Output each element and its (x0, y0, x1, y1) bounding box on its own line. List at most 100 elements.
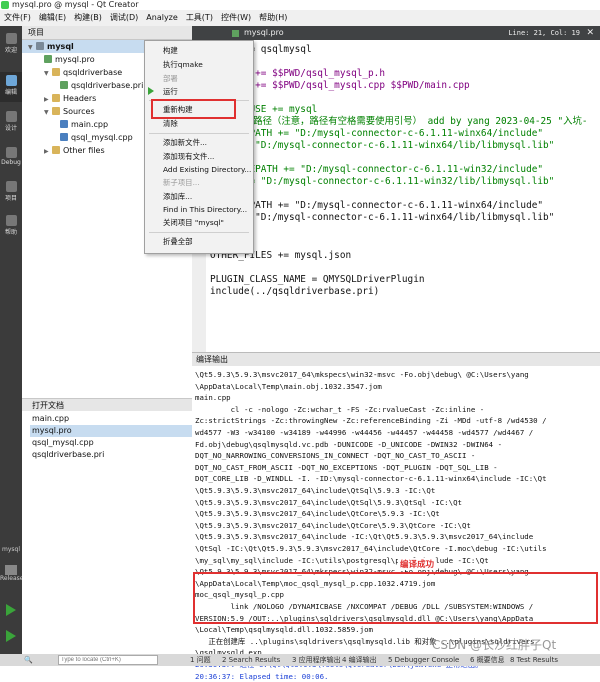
wrench-icon (5, 181, 17, 192)
cursor-position: Line: 21, Col: 19 (508, 29, 580, 37)
folder-icon (52, 107, 60, 115)
debug-run-icon[interactable] (6, 630, 16, 642)
pane-issues[interactable]: 1 问题 (190, 654, 211, 666)
output-line: DQT_CORE_LIB -D_WINDLL -I. -ID:\mysql-co… (195, 474, 547, 484)
run-icon[interactable] (6, 604, 16, 616)
code-line: PLUGIN_CLASS_NAME = QMYSQLDriverPlugin (210, 274, 425, 285)
pane-app-output[interactable]: 3 应用程序输出 (292, 654, 341, 666)
open-documents-list: main.cpp mysql.pro qsql_mysql.cpp qsqldr… (22, 411, 192, 641)
menu-item-new-subproject: 新子项目... (163, 178, 200, 187)
menu-item-run-qmake[interactable]: 执行qmake (163, 59, 203, 71)
title-bar: mysql.pro @ mysql - Qt Creator (0, 0, 600, 10)
run-arrow-icon (148, 87, 154, 95)
mode-projects[interactable]: 项目 (0, 178, 22, 208)
open-documents-header: 打开文档 (22, 398, 192, 411)
menu-build[interactable]: 构建(B) (70, 10, 106, 26)
collapsed-arrow-icon: ▶ (44, 148, 49, 155)
menu-separator (149, 232, 249, 233)
mode-welcome[interactable]: 欢迎 (0, 30, 22, 60)
output-line: \AppData\Local\Temp\main.obj.1032.3547.j… (195, 381, 382, 391)
rebuild-highlight-box (151, 99, 236, 119)
menu-item-close-project[interactable]: 关闭项目 "mysql" (163, 217, 224, 229)
tree-item-sources[interactable]: ▼ Sources (44, 105, 95, 118)
menu-item-add-existing-directory[interactable]: Add Existing Directory... (163, 164, 251, 176)
menu-help[interactable]: 帮助(H) (255, 10, 291, 26)
tree-item-qsqldriverbase[interactable]: ▼ qsqldriverbase (44, 66, 122, 79)
context-menu: 构建 执行qmake 部署 运行 重新构建 清除 添加新文件... 添加现有文件… (144, 40, 254, 254)
output-line: DQT_NO_NARROWING_CONVERSIONS_IN_CONNECT … (195, 451, 476, 461)
menu-separator (149, 133, 249, 134)
mode-design[interactable]: 设计 (0, 108, 22, 138)
open-doc-item[interactable]: qsqldriverbase.pri (32, 449, 104, 461)
menu-analyze[interactable]: Analyze (142, 10, 182, 26)
code-line: INCLUDEPATH += "D:/mysql-connector-c-6.1… (210, 128, 544, 139)
pane-debugger-console[interactable]: 5 Debugger Console (388, 654, 459, 666)
pri-file-icon (60, 81, 68, 89)
menu-file[interactable]: 文件(F) (0, 10, 35, 26)
pro-file-icon (44, 55, 52, 63)
tree-item-qsql-mysql-cpp[interactable]: qsql_mysql.cpp (60, 131, 133, 144)
menu-item-build[interactable]: 构建 (163, 45, 178, 57)
pane-test-results[interactable]: 8 Test Results (510, 654, 558, 666)
tree-item-qsqldriverbase-pri[interactable]: qsqldriverbase.pri (60, 79, 143, 92)
menu-item-run[interactable]: 运行 (163, 86, 178, 98)
output-line: \Qt5.9.3\5.9.3\msvc2017_64\include\QtSql… (195, 497, 462, 507)
output-line: \Local\Temp\qsqlmysqld.dll.1032.5859.jom (195, 625, 373, 635)
qt-creator-logo-icon (1, 1, 9, 9)
tree-item-mysql-pro[interactable]: mysql.pro (44, 53, 95, 66)
output-line: \QtSql -IC:\Qt\Qt5.9.3\5.9.3\msvc2017_64… (195, 544, 547, 553)
tree-item-headers[interactable]: ▶ Headers (44, 92, 96, 105)
code-line: LIBS += "D:/mysql-connector-c-6.1.11-win… (210, 140, 555, 151)
menu-item-find-in-directory[interactable]: Find in This Directory... (163, 204, 247, 216)
output-line: Fd.obj\debug\qsqlmysqld.vc.pdb -DUNICODE… (195, 439, 503, 449)
editor-toolbar: mysql.pro Line: 21, Col: 19 ✕ (192, 26, 600, 40)
kit-selector[interactable]: mysql Release (0, 546, 23, 582)
compile-output-header: 编译输出 (192, 352, 600, 366)
menu-tools[interactable]: 工具(T) (182, 10, 217, 26)
output-line: main.cpp (195, 393, 231, 403)
cpp-file-icon (60, 133, 68, 141)
locator-input[interactable] (58, 655, 158, 665)
design-icon (5, 111, 17, 122)
close-icon[interactable]: ✕ (586, 26, 594, 40)
tree-item-main-cpp[interactable]: main.cpp (60, 118, 108, 131)
output-line: wd4577 -W3 -w34100 -w34189 -w44996 -w444… (195, 428, 534, 437)
watermark: CSDN @长沙红胖子Qt (432, 638, 557, 652)
menu-debug[interactable]: 调试(D) (106, 10, 142, 26)
menu-item-deploy: 部署 (163, 74, 178, 83)
menu-item-collapse-all[interactable]: 折叠全部 (163, 236, 193, 248)
expanded-arrow-icon: ▼ (44, 70, 49, 77)
open-doc-item[interactable]: mysql.pro (30, 425, 192, 437)
mode-edit[interactable]: 编辑 (0, 72, 22, 102)
output-line: 20:36:37: Elapsed time: 00:06. (195, 671, 329, 681)
search-icon: 🔍 (24, 656, 33, 664)
cpp-file-icon (60, 120, 68, 128)
menu-item-add-existing-files[interactable]: 添加现有文件... (163, 151, 214, 163)
output-line: \Qt5.9.3\5.9.3\msvc2017_64\include -IC:\… (195, 532, 534, 542)
open-doc-item[interactable]: main.cpp (32, 413, 69, 425)
open-doc-item[interactable]: qsql_mysql.cpp (32, 437, 94, 449)
output-line: \Qt5.9.3\5.9.3\msvc2017_64\mkspecs\win32… (195, 370, 529, 379)
menu-item-add-library[interactable]: 添加库... (163, 191, 192, 203)
pane-search-results[interactable]: 2 Search Results (222, 654, 280, 666)
pro-file-icon (232, 30, 239, 37)
project-panel-header: 项目 (22, 26, 192, 40)
menu-widgets[interactable]: 控件(W) (217, 10, 255, 26)
mode-debug[interactable]: Debug (0, 144, 22, 174)
code-line: #LIBS += "D:/mysql-connector-c-6.1.11-wi… (210, 176, 555, 187)
tree-item-other-files[interactable]: ▶ Other files (44, 144, 105, 157)
output-line: \my_sql\my_sql\include -IC:\utils\postgr… (195, 555, 489, 565)
code-line: #INCLUDEPATH += "D:/mysql-connector-c-6.… (210, 164, 544, 175)
menu-edit[interactable]: 编辑(E) (35, 10, 70, 26)
menu-item-clean[interactable]: 清除 (163, 118, 178, 130)
link-step-highlight-box (193, 572, 598, 624)
editor-file-tab[interactable]: mysql.pro (244, 26, 284, 40)
pane-general-messages[interactable]: 6 概要信息 (470, 654, 505, 666)
menu-item-add-new-file[interactable]: 添加新文件... (163, 137, 207, 149)
edit-icon (5, 75, 17, 86)
mode-help[interactable]: 帮助 (0, 212, 22, 242)
pane-compile-output[interactable]: 4 编译输出 (342, 654, 377, 666)
expanded-arrow-icon: ▼ (44, 109, 49, 116)
project-icon (36, 42, 44, 50)
output-line: DQT_NO_CAST_FROM_ASCII -DQT_NO_EXCEPTION… (195, 462, 498, 472)
